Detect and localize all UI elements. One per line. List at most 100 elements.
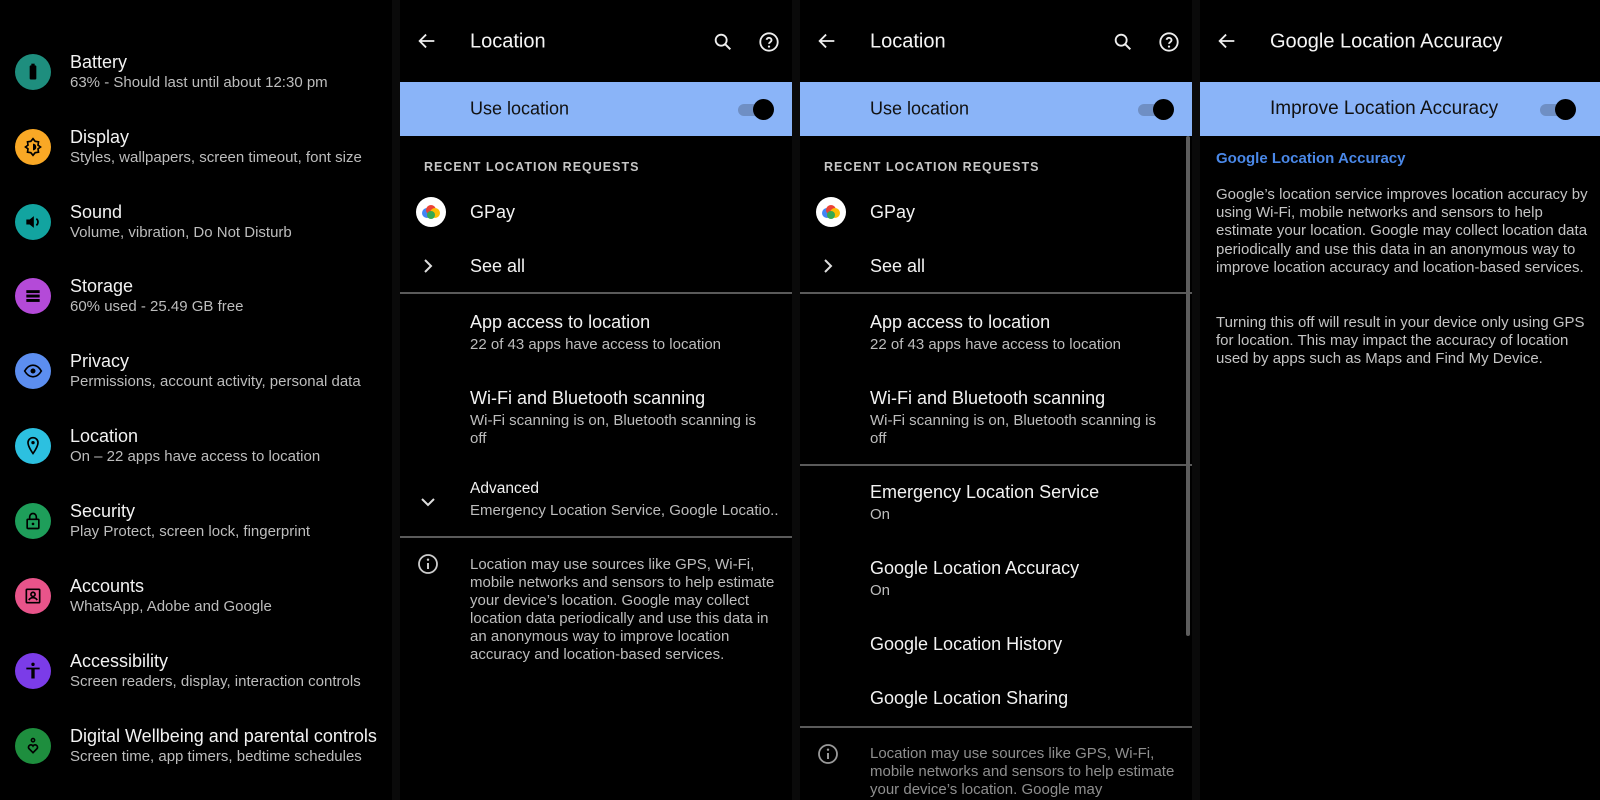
app-access-subtitle: 22 of 43 apps have access to location — [470, 336, 722, 353]
lock-icon — [15, 503, 51, 539]
see-all-label: See all — [470, 256, 526, 276]
panel-divider — [792, 0, 800, 800]
settings-list-panel: Battery 63% - Should last until about 12:… — [0, 0, 392, 800]
brightness-icon — [15, 129, 51, 165]
back-arrow-icon[interactable] — [816, 30, 838, 52]
advanced-item-subtitle: On — [870, 506, 891, 523]
settings-item-title: Accounts — [70, 576, 145, 596]
back-arrow-icon[interactable] — [1216, 30, 1238, 52]
scanning-title: Wi-Fi and Bluetooth scanning — [870, 388, 1106, 408]
settings-item-title: Storage — [70, 276, 134, 296]
scanning-title: Wi-Fi and Bluetooth scanning — [470, 388, 706, 408]
settings-item-storage[interactable]: Storage 60% used - 25.49 GB free — [0, 258, 392, 334]
see-all-button[interactable]: See all — [800, 244, 1192, 288]
settings-item-title: Privacy — [70, 351, 130, 371]
advanced-item-title: Emergency Location Service — [870, 482, 1100, 502]
advanced-item-title: Google Location Sharing — [870, 688, 1069, 708]
google-location-history-item[interactable]: Google Location History — [800, 628, 1192, 672]
use-location-toggle-row[interactable]: Use location — [800, 82, 1192, 136]
recent-app-name: GPay — [870, 202, 916, 222]
wifi-bluetooth-scanning-item[interactable]: Wi-Fi and Bluetooth scanning Wi-Fi scann… — [400, 382, 792, 452]
wifi-bluetooth-scanning-item[interactable]: Wi-Fi and Bluetooth scanning Wi-Fi scann… — [800, 382, 1192, 452]
advanced-item-title: Google Location Accuracy — [870, 558, 1080, 578]
settings-item-title: Security — [70, 501, 136, 521]
recent-app-gpay[interactable]: GPay — [400, 190, 792, 234]
panel-divider — [1192, 0, 1200, 800]
use-location-label: Use location — [470, 98, 570, 119]
help-icon[interactable] — [758, 31, 780, 53]
search-icon[interactable] — [712, 31, 734, 53]
section-heading: Google Location Accuracy — [1216, 150, 1406, 167]
wellbeing-icon — [15, 728, 51, 764]
location-advanced-panel: Location Use location RECENT LOCATION RE… — [800, 0, 1192, 800]
location-panel: Location Use location RECENT LOCATION RE… — [400, 0, 792, 800]
scanning-subtitle: Wi-Fi scanning is on, Bluetooth scanning… — [470, 412, 756, 447]
settings-item-digital-wellbeing[interactable]: Digital Wellbeing and parental controls S… — [0, 708, 392, 784]
google-location-sharing-item[interactable]: Google Location Sharing — [800, 682, 1192, 726]
warning-paragraph: Turning this off will result in your dev… — [1216, 314, 1585, 368]
settings-item-subtitle: WhatsApp, Adobe and Google — [70, 598, 272, 615]
google-location-accuracy-item[interactable]: Google Location Accuracy On — [800, 552, 1192, 614]
settings-item-subtitle: Screen readers, display, interaction con… — [70, 673, 361, 690]
recent-app-gpay[interactable]: GPay — [800, 190, 1192, 234]
settings-item-display[interactable]: Display Styles, wallpapers, screen timeou… — [0, 109, 392, 185]
chevron-right-icon — [424, 259, 433, 273]
storage-icon — [15, 278, 51, 314]
see-all-button[interactable]: See all — [400, 244, 792, 288]
settings-item-subtitle: Styles, wallpapers, screen timeout, font… — [70, 149, 362, 166]
help-icon[interactable] — [1158, 31, 1180, 53]
panel-divider — [392, 0, 400, 800]
settings-item-location[interactable]: Location On – 22 apps have access to loca… — [0, 408, 392, 484]
app-access-item[interactable]: App access to location 22 of 43 apps hav… — [400, 306, 792, 370]
advanced-item-title: Google Location History — [870, 634, 1063, 654]
divider — [400, 292, 792, 294]
settings-item-subtitle: Play Protect, screen lock, fingerprint — [70, 523, 311, 540]
app-access-subtitle: 22 of 43 apps have access to location — [870, 336, 1122, 353]
app-bar: Google Location Accuracy — [1200, 0, 1600, 82]
battery-icon — [15, 54, 51, 90]
settings-item-privacy[interactable]: Privacy Permissions, account activity, pe… — [0, 333, 392, 409]
see-all-label: See all — [870, 256, 926, 276]
use-location-switch[interactable] — [738, 98, 774, 120]
location-accuracy-panel: Google Location Accuracy Improve Locatio… — [1200, 0, 1600, 800]
settings-item-subtitle: Permissions, account activity, personal … — [70, 373, 361, 390]
settings-item-title: Digital Wellbeing and parental controls — [70, 726, 377, 746]
improve-accuracy-label: Improve Location Accuracy — [1270, 98, 1499, 119]
use-location-switch[interactable] — [1138, 98, 1174, 120]
search-icon[interactable] — [1112, 31, 1134, 53]
settings-item-accounts[interactable]: Accounts WhatsApp, Adobe and Google — [0, 558, 392, 634]
app-access-title: App access to location — [870, 312, 1051, 332]
back-arrow-icon[interactable] — [416, 30, 438, 52]
recent-requests-header: RECENT LOCATION REQUESTS — [824, 160, 1040, 174]
settings-item-title: Sound — [70, 202, 123, 222]
info-icon — [418, 554, 438, 574]
chevron-right-icon — [824, 259, 833, 273]
settings-item-battery[interactable]: Battery 63% - Should last until about 12:… — [0, 34, 392, 110]
settings-item-title: Display — [70, 127, 130, 147]
accessibility-icon — [15, 653, 51, 689]
recent-app-name: GPay — [470, 202, 516, 222]
account-box-icon — [15, 578, 51, 614]
privacy-eye-icon — [15, 353, 51, 389]
settings-item-sound[interactable]: Sound Volume, vibration, Do Not Disturb — [0, 184, 392, 260]
gpay-app-icon — [416, 197, 446, 227]
emergency-location-service-item[interactable]: Emergency Location Service On — [800, 476, 1192, 538]
divider — [800, 726, 1192, 728]
advanced-expander[interactable]: Advanced Emergency Location Service, Goo… — [400, 476, 792, 532]
divider — [800, 292, 1192, 294]
settings-item-title: Battery — [70, 52, 128, 72]
use-location-toggle-row[interactable]: Use location — [400, 82, 792, 136]
page-title: Location — [470, 30, 546, 53]
location-pin-icon — [15, 428, 51, 464]
settings-item-subtitle: Volume, vibration, Do Not Disturb — [70, 224, 292, 241]
app-access-item[interactable]: App access to location 22 of 43 apps hav… — [800, 306, 1192, 370]
scrollbar[interactable] — [1186, 136, 1190, 636]
location-info-text: Location may use sources like GPS, Wi-Fi… — [470, 556, 775, 663]
app-access-title: App access to location — [470, 312, 651, 332]
improve-accuracy-toggle-row[interactable]: Improve Location Accuracy — [1200, 82, 1600, 136]
settings-item-security[interactable]: Security Play Protect, screen lock, finge… — [0, 483, 392, 559]
description-paragraph: Google’s location service improves locat… — [1216, 186, 1588, 276]
settings-item-accessibility[interactable]: Accessibility Screen readers, display, in… — [0, 633, 392, 709]
improve-accuracy-switch[interactable] — [1540, 98, 1576, 120]
advanced-subtitle: Emergency Location Service, Google Locat… — [470, 502, 779, 519]
